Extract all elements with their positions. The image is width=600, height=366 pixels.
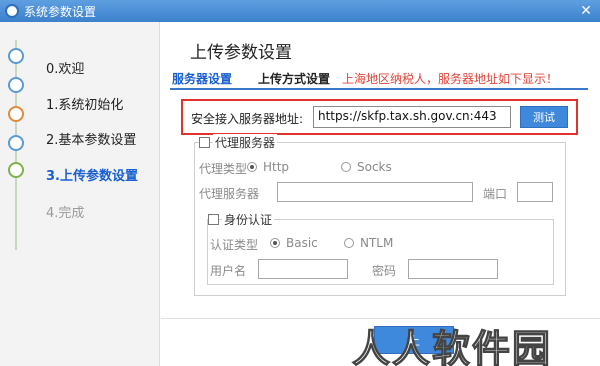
username-input[interactable] (258, 259, 348, 279)
auth-checkbox-label: 身份认证 (222, 211, 275, 228)
gear-icon (8, 77, 24, 93)
proxy-http-label: Http (263, 160, 290, 174)
check-icon (8, 162, 24, 178)
server-address-label: 安全接入服务器地址: (191, 112, 304, 126)
proxy-server-label: 代理服务器 (199, 187, 260, 201)
step-upload-params[interactable]: 3.上传参数设置 (46, 165, 138, 184)
page-title: 上传参数设置 (190, 43, 292, 63)
upload-icon (8, 135, 24, 151)
auth-basic-radio[interactable] (270, 238, 280, 248)
auth-group: 身份认证 认证类型 Basic NTLM 用户名 密码 (207, 211, 554, 285)
username-label: 用户名 (210, 264, 247, 278)
close-icon[interactable]: ✕ (578, 3, 594, 19)
title-bar: 系统参数设置 ✕ (0, 0, 600, 22)
proxy-port-input[interactable] (517, 182, 553, 202)
app-icon (5, 4, 19, 18)
proxy-checkbox-label: 代理服务器 (213, 134, 278, 151)
auth-type-label: 认证类型 (210, 238, 259, 252)
auth-ntlm-label: NTLM (360, 236, 394, 250)
step-welcome[interactable]: 0.欢迎 (46, 58, 84, 77)
step-finish: 4.完成 (46, 206, 85, 221)
tab-server-settings[interactable]: 服务器设置 (172, 70, 232, 87)
tab-upload-method[interactable]: 上传方式设置 (258, 70, 330, 87)
flag-icon (8, 48, 24, 64)
auth-basic-label: Basic (286, 236, 318, 250)
step-basic-params[interactable]: 2.基本参数设置 (46, 129, 136, 148)
proxy-port-label: 端口 (483, 187, 508, 201)
window-title: 系统参数设置 (24, 5, 97, 19)
server-address-input[interactable]: https://skfp.tax.sh.gov.cn:443 (313, 106, 511, 128)
password-input[interactable] (408, 259, 498, 279)
settings-tabs: 服务器设置 上传方式设置 上海地区纳税人，服务器地址如下显示！ (170, 66, 588, 90)
test-button[interactable]: 测试 (520, 106, 568, 128)
region-notice: 上海地区纳税人，服务器地址如下显示！ (342, 72, 559, 86)
proxy-type-label: 代理类型 (199, 162, 248, 176)
auth-checkbox[interactable] (208, 214, 219, 225)
watermark: 人人软件园 (351, 326, 553, 366)
auth-ntlm-radio[interactable] (344, 238, 354, 248)
proxy-socks-radio[interactable] (341, 162, 351, 172)
proxy-group: 代理服务器 代理类型 Http Socks 代理服务器 端口 身份认证 认证类型… (194, 134, 566, 296)
proxy-checkbox[interactable] (199, 137, 210, 148)
proxy-server-input[interactable] (277, 182, 473, 202)
user-icon (8, 106, 24, 122)
proxy-http-radio[interactable] (247, 162, 257, 172)
wizard-steps-sidebar: 0.欢迎 1.系统初始化 2.基本参数设置 3.上传参数设置 4.完成 (0, 22, 160, 366)
password-label: 密码 (372, 264, 397, 278)
proxy-socks-label: Socks (357, 160, 392, 174)
step-init[interactable]: 1.系统初始化 (46, 94, 123, 113)
server-address-box: 安全接入服务器地址: https://skfp.tax.sh.gov.cn:44… (181, 99, 578, 135)
